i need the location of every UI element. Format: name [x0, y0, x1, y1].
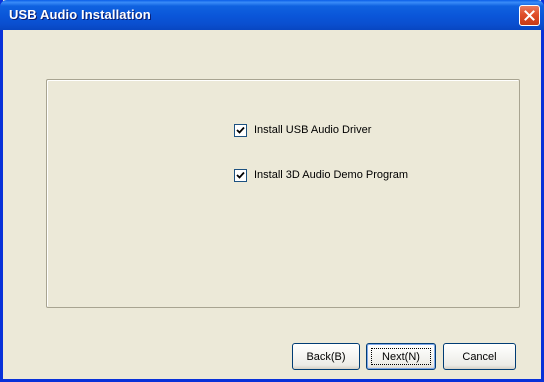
close-icon — [524, 10, 535, 21]
3d-audio-demo-label[interactable]: Install 3D Audio Demo Program — [254, 169, 408, 181]
window-title: USB Audio Installation — [9, 7, 151, 22]
usb-audio-driver-label[interactable]: Install USB Audio Driver — [254, 124, 371, 136]
next-button[interactable]: Next(N) — [366, 343, 436, 370]
usb-audio-driver-checkbox[interactable] — [234, 123, 247, 137]
checkmark-icon — [236, 126, 245, 134]
installer-window: USB Audio Installation Install USB Audio… — [0, 0, 544, 382]
options-group-box: Install USB Audio Driver Install 3D Audi… — [46, 79, 520, 308]
title-bar[interactable]: USB Audio Installation — [0, 0, 544, 30]
checkmark-icon — [236, 171, 245, 179]
close-button[interactable] — [519, 5, 540, 26]
cancel-button[interactable]: Cancel — [443, 343, 516, 370]
back-button[interactable]: Back(B) — [292, 343, 360, 370]
back-button-label: Back(B) — [306, 350, 346, 363]
focus-rectangle — [371, 348, 431, 365]
cancel-button-label: Cancel — [462, 350, 497, 363]
option-install-usb-audio-driver[interactable]: Install USB Audio Driver — [234, 122, 371, 138]
3d-audio-demo-checkbox[interactable] — [234, 168, 247, 182]
option-install-3d-audio-demo[interactable]: Install 3D Audio Demo Program — [234, 167, 408, 183]
